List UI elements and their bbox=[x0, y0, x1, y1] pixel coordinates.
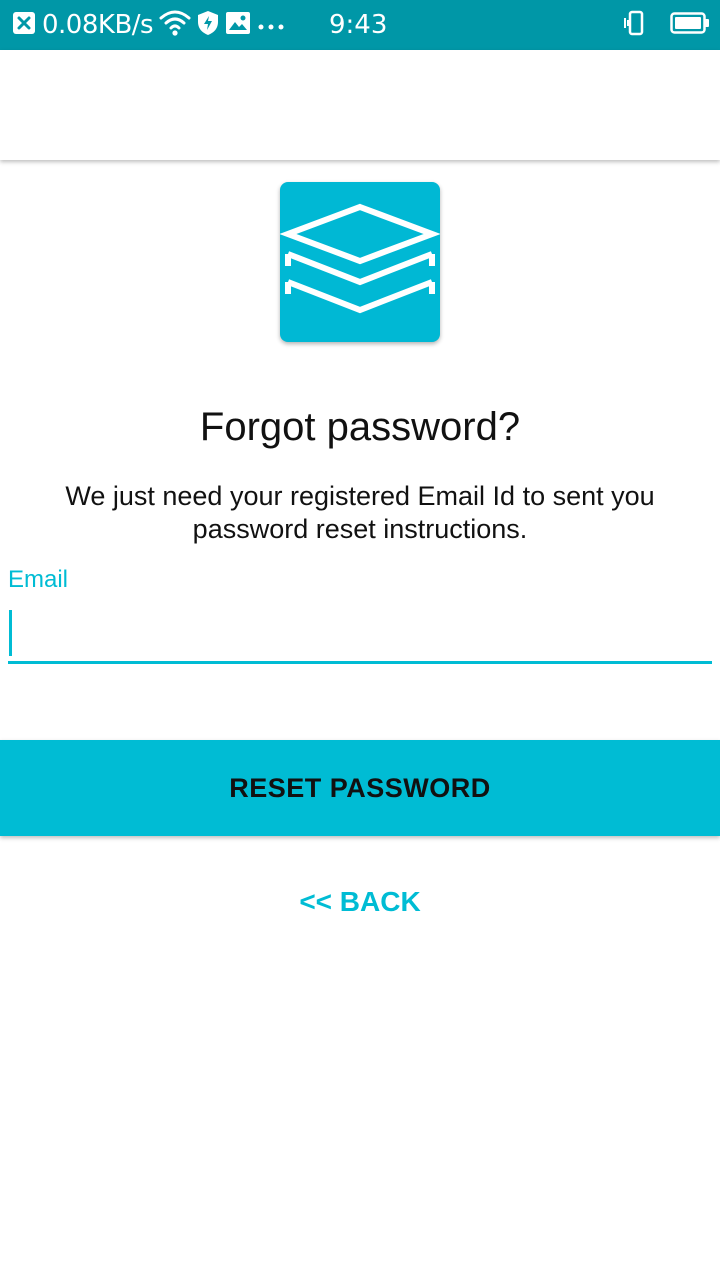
wifi-icon bbox=[159, 9, 191, 41]
image-icon bbox=[225, 11, 251, 39]
more-icon bbox=[257, 16, 285, 35]
shield-icon bbox=[197, 10, 219, 40]
network-speed: 0.08KB/s bbox=[42, 10, 154, 40]
email-field[interactable] bbox=[8, 600, 712, 664]
status-time: 9:43 bbox=[329, 10, 388, 40]
back-link[interactable]: << BACK bbox=[0, 886, 720, 918]
app-logo bbox=[280, 182, 440, 342]
status-bar: 0.08KB/s 9:43 bbox=[0, 0, 720, 50]
text-cursor bbox=[9, 610, 12, 656]
vibrate-icon bbox=[622, 10, 648, 40]
email-label: Email bbox=[8, 566, 69, 593]
close-notification-icon bbox=[12, 11, 36, 39]
reset-password-button[interactable]: RESET PASSWORD bbox=[0, 740, 720, 836]
page-title: Forgot password? bbox=[199, 405, 521, 449]
page-subtitle: We just need your registered Email Id to… bbox=[65, 481, 655, 544]
battery-icon bbox=[670, 12, 710, 38]
app-toolbar bbox=[0, 50, 720, 160]
stacked-layers-icon bbox=[280, 203, 440, 314]
